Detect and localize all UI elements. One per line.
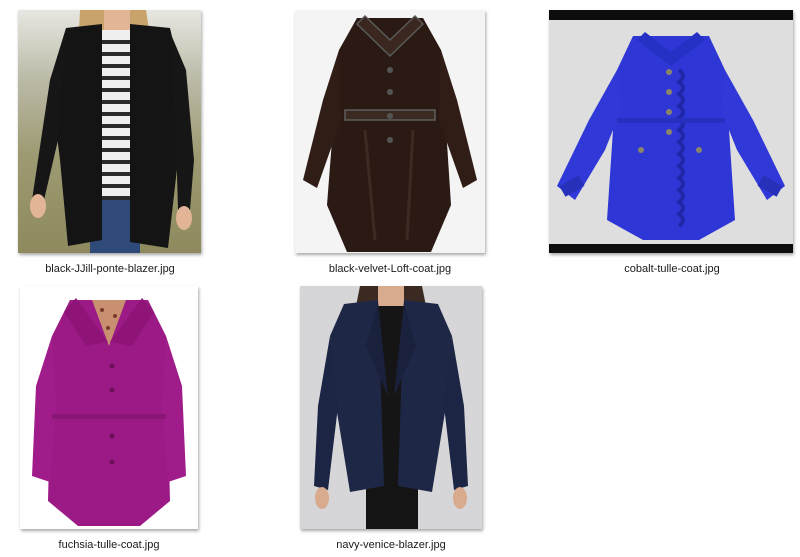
file-name-label: navy-venice-blazer.jpg <box>336 539 446 551</box>
thumbnail-cobalt-tulle-coat[interactable] <box>549 10 793 253</box>
photo-fuchsia-coat <box>20 286 198 529</box>
photo-velvet-coat <box>295 10 485 253</box>
file-name-label: fuchsia-tulle-coat.jpg <box>58 539 160 551</box>
file-name-label: black-velvet-Loft-coat.jpg <box>328 263 452 275</box>
file-name-label: cobalt-tulle-coat.jpg <box>624 263 720 275</box>
file-name-label: black-JJill-ponte-blazer.jpg <box>45 263 175 275</box>
photo-woman-navy-blazer <box>300 286 482 529</box>
thumbnail-black-jjill-ponte-blazer[interactable] <box>18 10 201 253</box>
thumbnail-fuchsia-tulle-coat[interactable] <box>20 286 198 529</box>
thumbnail-black-velvet-loft-coat[interactable] <box>295 10 485 253</box>
thumbnail-navy-venice-blazer[interactable] <box>300 286 482 529</box>
photo-cobalt-coat <box>549 10 793 253</box>
photo-woman-black-blazer <box>18 10 201 253</box>
